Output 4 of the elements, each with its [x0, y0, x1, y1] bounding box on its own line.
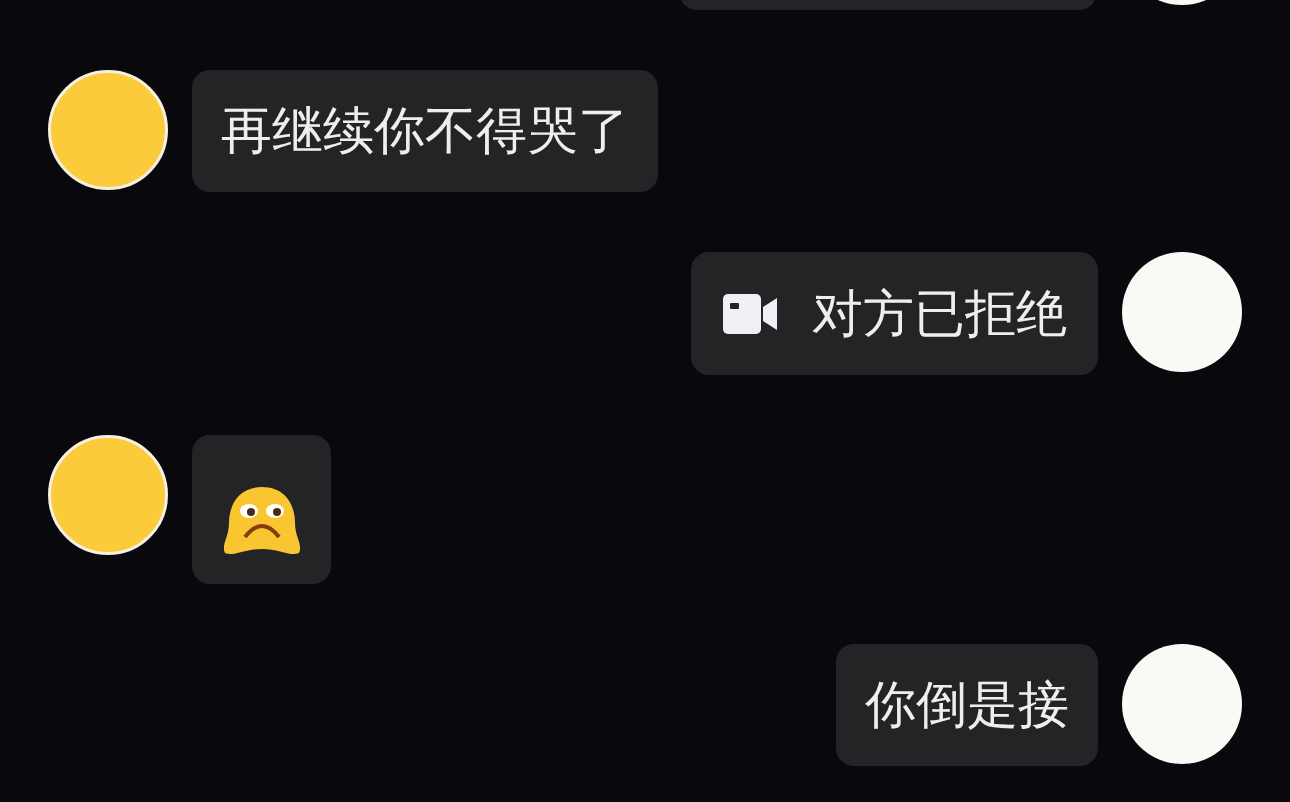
- video-camera-icon: [723, 291, 777, 336]
- message-text: 再继续你不得哭了: [221, 101, 629, 161]
- message-text: 你倒是接: [865, 675, 1069, 735]
- message-text: 对方已拒绝: [812, 283, 1067, 344]
